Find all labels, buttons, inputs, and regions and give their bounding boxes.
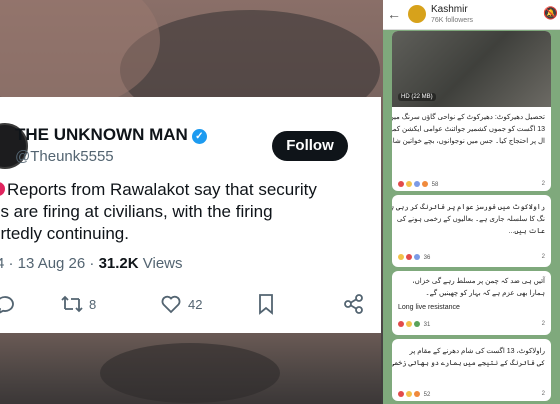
message-line: راولاکوٹ، 13 اگست کی شام دھرنے کے مقام پ… xyxy=(409,348,545,355)
flag-reaction-icon xyxy=(414,181,420,187)
message-line: ہمارا بھی عزم ہے کہ بہار کو چھینیں گے۔ xyxy=(425,290,545,297)
message-line: راولاکوٹ میں فورسز عوام پر فائرنگ کر رہی… xyxy=(392,204,545,211)
tweet-time[interactable]: 4 · 13 Aug 26 · xyxy=(0,255,99,272)
heart-reaction-icon xyxy=(398,181,404,187)
comment-count[interactable]: 2 xyxy=(542,181,545,187)
bookmark-button[interactable] xyxy=(256,291,276,317)
heart-icon xyxy=(161,295,181,314)
author-name-text: THE UNKNOWN MAN xyxy=(15,125,188,144)
thumbs-reaction-icon xyxy=(406,391,412,397)
video-size-label: HD (22 MB) xyxy=(398,93,436,101)
tweet-meta: 4 · 13 Aug 26 · 31.2K Views xyxy=(0,255,183,272)
reply-button[interactable] xyxy=(0,291,16,317)
telegram-panel: ← Kashmir 76K followers 🔕 HD (22 MB) تحص… xyxy=(383,0,560,404)
views-count: 31.2K xyxy=(98,255,139,272)
retweet-count: 8 xyxy=(89,296,97,312)
author-handle[interactable]: @Theunk5555 xyxy=(15,148,114,165)
flag-reaction-icon xyxy=(414,254,420,260)
share-button[interactable] xyxy=(343,291,365,317)
reaction-count: 52 xyxy=(423,392,431,398)
retweet-icon xyxy=(61,295,83,313)
comment-count[interactable]: 2 xyxy=(542,321,545,327)
message-bubble: آئیں ہی ضد کہ چمن پر مسلط رہے گی خزاں، ہ… xyxy=(392,271,551,335)
back-arrow-icon[interactable]: ← xyxy=(387,6,401,22)
heart-reaction-icon xyxy=(398,391,404,397)
message-bubble: راولاکوٹ میں فورسز عوام پر فائرنگ کر رہی… xyxy=(392,195,551,267)
tweet-line: ortedly continuing. xyxy=(0,224,129,243)
emoji-reaction-icon xyxy=(414,391,420,397)
reaction-count: 31 xyxy=(423,322,431,328)
reactions[interactable]: 58 xyxy=(398,181,438,188)
message-english-line: Long live resistance xyxy=(398,304,460,311)
channel-header: ← Kashmir 76K followers 🔕 xyxy=(383,0,560,30)
channel-followers: 76K followers xyxy=(431,17,474,24)
emoji-reaction-icon xyxy=(398,254,404,260)
message-line: نگ کا سلسلہ جاری ہے۔ بعالیوں کے زخمی ہون… xyxy=(396,216,545,223)
thumbs-reaction-icon xyxy=(406,321,412,327)
tweet-actions: 8 42 xyxy=(0,291,381,317)
thumbs-reaction-icon xyxy=(406,181,412,187)
tweet-text: Reports from Rawalakot say that security… xyxy=(0,179,351,245)
verified-icon: ✓ xyxy=(191,129,207,144)
author-name[interactable]: THE UNKNOWN MAN ✓ xyxy=(15,125,207,145)
bookmark-icon xyxy=(259,294,273,315)
red-circle-icon xyxy=(0,182,5,196)
message-line: ال پر احتجاج کیا۔ جس میں نوجوانوں، بچے خ… xyxy=(392,138,545,145)
reaction-count: 58 xyxy=(431,182,439,188)
reactions[interactable]: 36 xyxy=(398,254,430,261)
flag-reaction-icon xyxy=(414,321,420,327)
video-thumbnail[interactable]: HD (22 MB) xyxy=(392,31,551,107)
heart-reaction-icon xyxy=(398,321,404,327)
message-line: عات ہیں... xyxy=(508,228,546,235)
share-icon xyxy=(344,294,363,314)
tweet-line: Reports from Rawalakot say that security xyxy=(7,180,317,199)
like-button[interactable]: 42 xyxy=(160,291,202,317)
channel-avatar[interactable] xyxy=(408,5,426,23)
reaction-count: 36 xyxy=(423,255,431,261)
tweet-card: THE UNKNOWN MAN ✓ @Theunk5555 Follow Repo… xyxy=(0,97,381,333)
comment-count[interactable]: 2 xyxy=(542,254,545,260)
message-line: آئیں ہی ضد کہ چمن پر مسلط رہے گی خزاں، xyxy=(412,278,545,285)
views-label: Views xyxy=(138,255,183,272)
reactions[interactable]: 31 xyxy=(398,321,430,328)
message-bubble: راولاکوٹ، 13 اگست کی شام دھرنے کے مقام پ… xyxy=(392,339,551,401)
comment-count[interactable]: 2 xyxy=(542,391,545,397)
reply-icon xyxy=(0,296,14,314)
message-bubble: HD (22 MB) تحصیل دھیرکوٹ: دھیرکوٹ کے نوا… xyxy=(392,31,551,191)
blurred-image-strip xyxy=(0,333,381,404)
reactions[interactable]: 52 xyxy=(398,391,430,398)
tweet-line: es are firing at civilians, with the fir… xyxy=(0,202,273,221)
follow-button[interactable]: Follow xyxy=(272,131,348,161)
message-line: 13 اگست کو جموں کشمیر جوائنٹ عوامی ایکشن… xyxy=(392,126,545,133)
channel-title[interactable]: Kashmir xyxy=(431,4,468,15)
heart-reaction-icon xyxy=(406,254,412,260)
message-line: کی فائرنگ کے نتیجے میں بمارے دو بھائی زخ… xyxy=(392,360,545,367)
emoji-reaction-icon xyxy=(422,181,428,187)
message-line: تحصیل دھیرکوٹ: دھیرکوٹ کے نواحی گاؤں سرن… xyxy=(392,114,545,121)
retweet-button[interactable]: 8 xyxy=(60,291,96,317)
like-count: 42 xyxy=(188,296,203,312)
mute-icon[interactable]: 🔕 xyxy=(543,6,558,20)
